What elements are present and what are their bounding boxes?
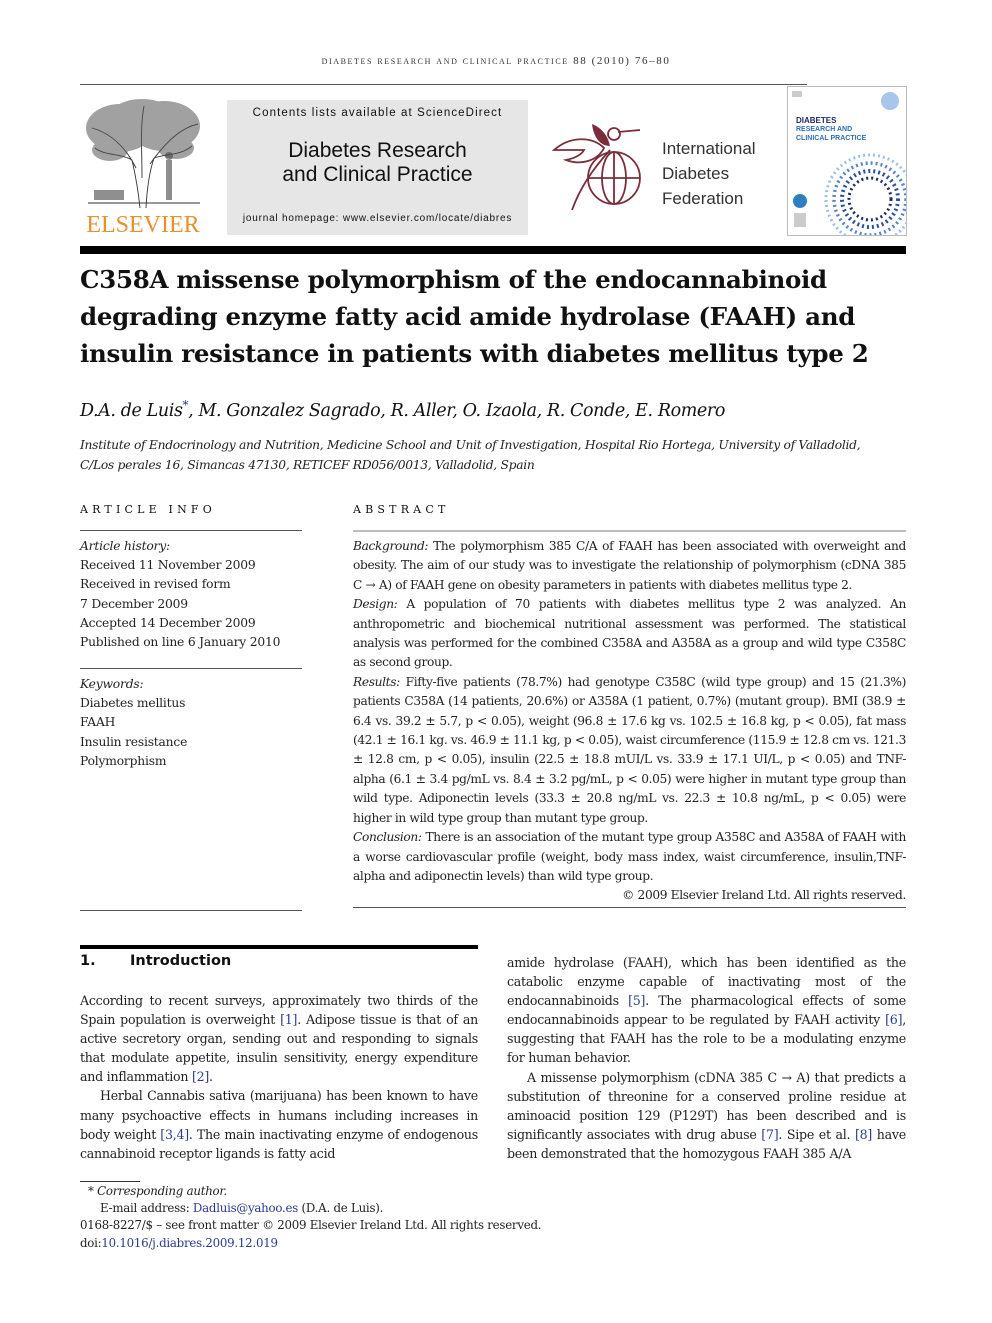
footnote-corresponding-text: Corresponding author. [97, 1184, 227, 1198]
paragraph: amide hydrolase (FAAH), which has been i… [507, 953, 906, 1068]
affiliation: Institute of Endocrinology and Nutrition… [80, 436, 910, 475]
history-revised-label: Received in revised form [80, 577, 231, 592]
abstract-copyright: © 2009 Elsevier Ireland Ltd. All rights … [622, 888, 906, 903]
citation-link[interactable]: [5] [628, 993, 645, 1008]
article-title: C358A missense polymorphism of the endoc… [80, 265, 869, 368]
doi-link[interactable]: 10.1016/j.diabres.2009.12.019 [101, 1236, 278, 1250]
idf-wordmark: International Diabetes Federation [662, 136, 756, 211]
keyword: FAAH [80, 715, 116, 730]
email-label: E-mail address: [100, 1201, 193, 1216]
paragraph: Herbal Cannabis sativa (marijuana) has b… [80, 1086, 478, 1162]
results-text: Fifty-five patients (78.7%) had genotype… [353, 674, 906, 825]
hummingbird-globe-icon [551, 124, 641, 211]
affiliation-line-1: Institute of Endocrinology and Nutrition… [80, 438, 861, 452]
body-column-left: According to recent surveys, approximate… [80, 991, 478, 1163]
paragraph: According to recent surveys, approximate… [80, 991, 478, 1086]
sciencedirect-link[interactable]: Contents lists available at ScienceDirec… [227, 107, 528, 119]
history-published: Published on line 6 January 2010 [80, 635, 281, 650]
citation-link[interactable]: [6] [885, 1012, 902, 1027]
idf-line-2: Diabetes [662, 164, 730, 183]
citation-link[interactable]: [3,4] [160, 1127, 189, 1142]
article-info-rule [80, 530, 302, 531]
history-revised-date: 7 December 2009 [80, 596, 188, 611]
header-rule [80, 84, 807, 85]
journal-cover-thumbnail[interactable]: DIABETES RESEARCH AND CLINICAL PRACTICE [787, 86, 907, 236]
footnote-rule [80, 1181, 140, 1182]
article-history-label: Article history: [80, 539, 170, 553]
journal-masthead-box: Contents lists available at ScienceDirec… [227, 100, 528, 235]
history-received: Received 11 November 2009 [80, 558, 256, 573]
history-accepted: Accepted 14 December 2009 [80, 615, 256, 630]
author-others: , M. Gonzalez Sagrado, R. Aller, O. Izao… [188, 400, 725, 421]
abstract-body: Background: The polymorphism 385 C/A of … [353, 537, 906, 906]
text-run: . Sipe et al. [778, 1126, 855, 1142]
footnotes: * Corresponding author. E-mail address: … [80, 1183, 640, 1252]
cover-title-line-3: CLINICAL PRACTICE [796, 135, 867, 142]
abstract-background: Background: The polymorphism 385 C/A of … [353, 537, 906, 595]
doi-label: doi: [80, 1235, 102, 1250]
cover-dots-graphic [792, 91, 906, 235]
section-number: 1. [80, 953, 96, 969]
keyword: Insulin resistance [80, 734, 188, 749]
journal-title: Diabetes Research and Clinical Practice [227, 139, 528, 187]
footnote-corresponding: * Corresponding author. [80, 1183, 640, 1200]
footnote-marker: * [88, 1184, 94, 1198]
article-info-bottom-rule [80, 910, 302, 911]
author-first[interactable]: D.A. de Luis [80, 401, 183, 421]
article-info-heading: ARTICLE INFO [80, 503, 216, 516]
keywords: Keywords: Diabetes mellitus FAAH Insulin… [80, 675, 305, 771]
citation-link[interactable]: [7] [761, 1127, 778, 1142]
running-head: DIABETES RESEARCH AND CLINICAL PRACTICE … [321, 55, 671, 67]
background-text: The polymorphism 385 C/A of FAAH has bee… [353, 539, 906, 592]
keywords-rule [80, 668, 302, 669]
abstract-bottom-rule [353, 907, 906, 908]
cover-title-line-1: DIABETES [796, 116, 837, 125]
section-title: Introduction [130, 953, 232, 969]
abstract-heading: ABSTRACT [353, 503, 450, 516]
article-history: Article history: Received 11 November 20… [80, 537, 305, 652]
citation-link[interactable]: [2] [192, 1069, 209, 1084]
keyword: Polymorphism [80, 753, 167, 768]
masthead-rule [80, 246, 906, 254]
conclusion-text: There is an association of the mutant ty… [353, 830, 906, 883]
results-label: Results: [353, 674, 400, 689]
conclusion-label: Conclusion: [353, 830, 422, 845]
citation-link[interactable]: [8] [855, 1127, 872, 1142]
footnote-email: E-mail address: Dadluis@yahoo.es (D.A. d… [80, 1200, 640, 1217]
journal-homepage: journal homepage: www.elsevier.com/locat… [227, 213, 528, 224]
homepage-link[interactable]: www.elsevier.com/locate/diabres [343, 213, 512, 224]
background-label: Background: [353, 539, 429, 553]
cover-title: DIABETES RESEARCH AND CLINICAL PRACTICE [796, 116, 866, 143]
elsevier-tree-icon [86, 99, 200, 209]
abstract-results: Results: Fifty-five patients (78.7%) had… [353, 673, 906, 828]
affiliation-line-2: C/Los perales 16, Simancas 47130, RETICE… [80, 457, 535, 472]
text-run: . [209, 1069, 213, 1085]
abstract-design: Design: A population of 70 patients with… [353, 595, 906, 673]
paragraph: A missense polymorphism (cDNA 385 C → A)… [507, 1068, 906, 1163]
front-matter-notice: 0168-8227/$ – see front matter © 2009 El… [80, 1218, 542, 1233]
cover-title-line-2: RESEARCH AND [796, 126, 853, 133]
citation-link[interactable]: [1] [280, 1012, 297, 1027]
doi-line: doi:10.1016/j.diabres.2009.12.019 [80, 1235, 640, 1252]
author-list: D.A. de Luis*, M. Gonzalez Sagrado, R. A… [80, 398, 725, 421]
journal-title-line-2: and Clinical Practice [282, 163, 473, 186]
journal-title-line-1: Diabetes Research [288, 139, 467, 162]
section-heading-introduction: 1. Introduction [80, 953, 231, 969]
elsevier-logo[interactable]: ELSEVIER [80, 98, 206, 238]
keyword: Diabetes mellitus [80, 696, 186, 711]
email-suffix: (D.A. de Luis). [298, 1201, 384, 1216]
body-rule [80, 945, 478, 949]
abstract-conclusion: Conclusion: There is an association of t… [353, 828, 906, 886]
design-label: Design: [353, 597, 398, 612]
elsevier-wordmark: ELSEVIER [86, 212, 200, 238]
design-text: A population of 70 patients with diabete… [353, 597, 906, 670]
idf-line-3: Federation [662, 189, 744, 208]
homepage-label: journal homepage: [242, 213, 343, 224]
email-link[interactable]: Dadluis@yahoo.es [193, 1201, 298, 1215]
abstract-rule [353, 530, 906, 532]
idf-logo [551, 118, 660, 218]
idf-line-1: International [662, 139, 756, 158]
keywords-label: Keywords: [80, 677, 144, 691]
body-column-right: amide hydrolase (FAAH), which has been i… [507, 953, 906, 1163]
